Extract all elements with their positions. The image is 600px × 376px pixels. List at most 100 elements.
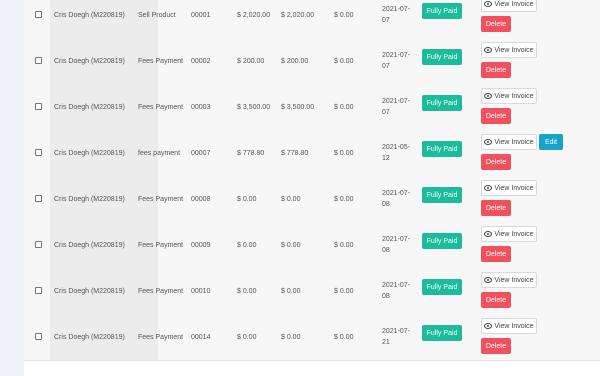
table-row: Cris Doegh (M220819) fees payment 00007 $ 7… <box>24 130 600 177</box>
invoice-date: 2021-07-07 <box>382 6 411 24</box>
delete-button[interactable]: Delete <box>481 292 511 308</box>
view-invoice-label: View Invoice <box>494 276 534 284</box>
client-name: Cris Doegh (M220819) <box>54 195 125 203</box>
delete-button[interactable]: Delete <box>481 62 511 78</box>
status-badge: Fully Paid <box>422 49 462 65</box>
client-name: Cris Doegh (M220819) <box>54 57 125 65</box>
eye-icon <box>484 93 493 99</box>
paid-amount: $ 0.00 <box>281 195 301 203</box>
paid-amount: $ 0.00 <box>281 287 301 295</box>
view-invoice-label: View Invoice <box>494 138 534 146</box>
view-invoice-button[interactable]: View Invoice <box>481 180 537 196</box>
invoice-date: 2021-05-12 <box>382 144 411 162</box>
view-invoice-button[interactable]: View Invoice <box>481 88 537 104</box>
delete-button[interactable]: Delete <box>481 200 511 216</box>
delete-button[interactable]: Delete <box>481 246 511 262</box>
paid-amount: $ 0.00 <box>281 333 301 341</box>
invoice-amount: $ 778.80 <box>237 149 265 157</box>
invoice-amount: $ 0.00 <box>237 241 257 249</box>
delete-button[interactable]: Delete <box>481 154 511 170</box>
invoice-amount: $ 0.00 <box>237 287 257 295</box>
client-name: Cris Doegh (M220819) <box>54 287 125 295</box>
invoice-date: 2021-07-08 <box>382 190 411 208</box>
eye-icon <box>484 323 493 329</box>
invoice-date: 2021-07-08 <box>382 236 411 254</box>
table-row: Cris Doegh (M220819) Fees Payment 00010 $ 0… <box>24 268 600 315</box>
paid-amount: $ 0.00 <box>281 241 301 249</box>
invoice-amount: $ 3,500.00 <box>237 103 271 111</box>
view-invoice-label: View Invoice <box>494 230 534 238</box>
eye-icon <box>484 139 493 145</box>
invoice-number: 00008 <box>191 195 211 203</box>
invoice-date: 2021-07-21 <box>382 328 411 346</box>
client-name: Cris Doegh (M220819) <box>54 149 125 157</box>
view-invoice-button[interactable]: View Invoice <box>481 318 537 334</box>
row-checkbox[interactable] <box>35 11 42 18</box>
invoice-amount: $ 200.00 <box>237 57 265 65</box>
delete-button[interactable]: Delete <box>481 338 511 354</box>
delete-button[interactable]: Delete <box>481 16 511 32</box>
invoice-type: Fees Payment <box>138 57 184 65</box>
status-badge: Fully Paid <box>422 141 462 157</box>
view-invoice-label: View Invoice <box>494 46 534 54</box>
row-checkbox[interactable] <box>35 333 42 340</box>
invoice-type: Fees Payment <box>138 241 184 249</box>
client-name: Cris Doegh (M220819) <box>54 333 125 341</box>
invoice-type: Fees Payment <box>138 195 184 203</box>
due-amount: $ 0.00 <box>334 103 354 111</box>
invoice-date: 2021-07-07 <box>382 98 411 116</box>
row-checkbox[interactable] <box>35 149 42 156</box>
row-checkbox[interactable] <box>35 287 42 294</box>
table-row: Cris Doegh (M220819) Fees Payment 00009 $ 0… <box>24 222 600 269</box>
table-row: Cris Doegh (M220819) Fees Payment 00014 $ 0… <box>24 314 600 361</box>
view-invoice-label: View Invoice <box>494 322 534 330</box>
row-checkbox[interactable] <box>35 57 42 64</box>
paid-amount: $ 778.80 <box>281 149 309 157</box>
invoice-number: 00014 <box>191 333 211 341</box>
status-badge: Fully Paid <box>422 233 462 249</box>
eye-icon <box>484 47 493 53</box>
table-row: Cris Doegh (M220819) Fees Payment 00002 $ 2… <box>24 38 600 85</box>
invoice-amount: $ 2,020.00 <box>237 11 271 19</box>
status-badge: Fully Paid <box>422 95 462 111</box>
status-badge: Fully Paid <box>422 187 462 203</box>
due-amount: $ 0.00 <box>334 149 354 157</box>
invoice-type: Fees Payment <box>138 103 184 111</box>
view-invoice-button[interactable]: View Invoice <box>481 0 537 12</box>
due-amount: $ 0.00 <box>334 195 354 203</box>
eye-icon <box>484 231 493 237</box>
view-invoice-label: View Invoice <box>494 0 534 8</box>
invoice-number: 00009 <box>191 241 211 249</box>
view-invoice-button[interactable]: View Invoice <box>481 42 537 58</box>
invoice-amount: $ 0.00 <box>237 333 257 341</box>
invoice-amount: $ 0.00 <box>237 195 257 203</box>
invoice-number: 00001 <box>191 11 211 19</box>
invoice-number: 00007 <box>191 149 211 157</box>
row-checkbox[interactable] <box>35 241 42 248</box>
due-amount: $ 0.00 <box>334 241 354 249</box>
row-checkbox[interactable] <box>35 103 42 110</box>
view-invoice-button[interactable]: View Invoice <box>481 134 537 150</box>
invoice-type: fees payment <box>138 149 181 157</box>
delete-button[interactable]: Delete <box>481 108 511 124</box>
eye-icon <box>484 1 493 7</box>
table-row: Cris Doegh (M220819) Fees Payment 00008 $ 0… <box>24 176 600 223</box>
row-checkbox[interactable] <box>35 195 42 202</box>
due-amount: $ 0.00 <box>334 287 354 295</box>
paid-amount: $ 200.00 <box>281 57 309 65</box>
eye-icon <box>484 277 493 283</box>
status-badge: Fully Paid <box>422 325 462 341</box>
invoice-date: 2021-07-07 <box>382 52 411 70</box>
client-name: Cris Doegh (M220819) <box>54 241 125 249</box>
invoice-number: 00010 <box>191 287 211 295</box>
view-invoice-button[interactable]: View Invoice <box>481 226 537 242</box>
invoice-type: Sell Product <box>138 11 176 19</box>
edit-button[interactable]: Edit <box>539 134 563 150</box>
eye-icon <box>484 185 493 191</box>
table-row: Cris Doegh (M220819) Fees Payment 00003 $ 3… <box>24 84 600 131</box>
view-invoice-button[interactable]: View Invoice <box>481 272 537 288</box>
invoice-type: Fees Payment <box>138 333 184 341</box>
client-name: Cris Doegh (M220819) <box>54 11 125 19</box>
due-amount: $ 0.00 <box>334 57 354 65</box>
invoice-type: Fees Payment <box>138 287 184 295</box>
